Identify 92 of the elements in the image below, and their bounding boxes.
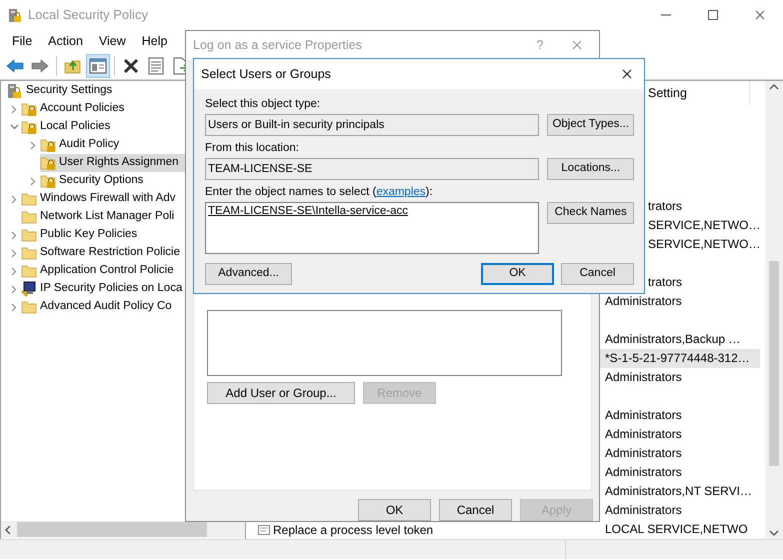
tree-item-label: Windows Firewall with Adv — [40, 191, 176, 206]
folder-icon — [21, 191, 37, 207]
folder-icon — [21, 263, 37, 279]
locked-folder-icon — [21, 101, 37, 117]
folder-icon — [21, 245, 37, 261]
tree-item-label: Local Policies — [40, 119, 110, 134]
tree-item-label: Application Control Policie — [40, 263, 174, 278]
object-names-field[interactable]: TEAM-LICENSE-SE\Intella-service-acc — [205, 202, 540, 254]
examples-link[interactable]: examples — [376, 186, 426, 198]
policy-row-icon — [258, 524, 270, 536]
menu-item[interactable]: Help — [134, 32, 176, 50]
folder-icon — [21, 299, 37, 315]
tree-item-label: User Rights Assignmen — [59, 155, 179, 170]
dialog-button[interactable]: Cancel — [439, 499, 512, 521]
vertical-scrollbar[interactable] — [765, 81, 783, 539]
object-type-field: Users or Built-in security principals — [205, 114, 540, 136]
setting-cell[interactable]: Administrators — [600, 463, 760, 482]
folder-icon — [21, 227, 37, 243]
tree-item[interactable]: Security Settings — [7, 82, 152, 100]
tree-item[interactable]: Advanced Audit Policy Co — [21, 298, 212, 316]
scrollbar-thumb[interactable] — [769, 261, 779, 466]
tree-item-label: Account Policies — [40, 101, 124, 116]
tree-item-label: Audit Policy — [59, 137, 120, 152]
setting-cell[interactable]: Administrators,Backup … — [600, 330, 760, 349]
tree-item[interactable]: Security Options — [40, 172, 184, 190]
dialog-title: Select Users or Groups — [201, 66, 331, 83]
horizontal-scrollbar[interactable] — [1, 521, 245, 538]
window-title: Local Security Policy — [28, 6, 148, 24]
dialog-button[interactable]: OK — [358, 499, 431, 521]
chevron-right-icon[interactable] — [30, 140, 36, 150]
field-label: Select this object type: — [205, 97, 322, 112]
dialog-title: Log on as a service Properties — [193, 36, 362, 54]
chevron-right-icon[interactable] — [11, 248, 17, 258]
tree-item-label: Security Options — [59, 173, 144, 188]
location-field: TEAM-LICENSE-SE — [205, 158, 540, 180]
tree-item-label: Network List Manager Poli — [40, 209, 174, 224]
setting-cell[interactable]: *S-1-5-21-97774448-312… — [600, 349, 760, 368]
policy-name: Replace a process level token — [273, 522, 434, 538]
setting-cell[interactable]: SERVICE,NETWO… — [647, 235, 760, 254]
scrollbar-thumb[interactable] — [17, 522, 207, 537]
dialog-button[interactable]: Locations... — [547, 158, 634, 180]
dialog-button[interactable]: OK — [481, 263, 554, 285]
locked-folder-icon — [40, 155, 56, 171]
chevron-right-icon[interactable] — [30, 176, 36, 186]
field-label: Enter the object names to select (examples): — [205, 185, 434, 200]
dialog-button[interactable]: Add User or Group... — [207, 382, 355, 404]
tree-item-label: Security Settings — [26, 83, 112, 98]
tree-item-label: Software Restriction Policie — [40, 245, 180, 260]
dialog-button[interactable]: Check Names — [547, 202, 634, 224]
menu-item[interactable]: Action — [40, 32, 91, 50]
chevron-right-icon[interactable] — [11, 302, 17, 312]
tree-item[interactable]: Account Policies — [21, 100, 164, 118]
locked-folder-icon — [40, 173, 56, 189]
policy-icon — [8, 8, 22, 24]
chevron-right-icon[interactable] — [11, 266, 17, 276]
locked-folder-icon — [21, 119, 37, 135]
chevron-right-icon[interactable] — [11, 104, 17, 114]
maximize-icon[interactable] — [706, 9, 718, 21]
tree-item-label: Advanced Audit Policy Co — [40, 299, 172, 314]
setting-cell[interactable]: Administrators — [600, 501, 760, 520]
setting-cell[interactable]: trators — [647, 273, 760, 292]
policy-icon — [7, 83, 23, 99]
menu-item[interactable]: View — [90, 32, 134, 50]
dialog-button[interactable]: Object Types... — [547, 114, 634, 136]
tree-item[interactable]: Local Policies — [21, 118, 150, 136]
chevron-right-icon[interactable] — [11, 284, 17, 294]
chevron-right-icon[interactable] — [11, 194, 17, 204]
computer-icon — [21, 281, 37, 297]
dialog-button[interactable]: Advanced... — [205, 263, 292, 285]
dialog-button[interactable]: Cancel — [561, 263, 634, 285]
tree-item-label: Public Key Policies — [40, 227, 138, 242]
members-list[interactable] — [207, 310, 562, 376]
setting-cell[interactable]: Administrators — [600, 292, 760, 311]
menu-item[interactable]: File — [4, 32, 40, 50]
setting-cell[interactable]: LOCAL SERVICE,NETWO — [600, 520, 760, 539]
locked-folder-icon — [40, 137, 56, 153]
setting-cell[interactable]: Administrators,NT SERVI… — [600, 482, 760, 501]
setting-cell[interactable]: Administrators — [600, 425, 760, 444]
tree-item[interactable]: Public Key Policies — [21, 226, 178, 244]
tree-item-label: IP Security Policies on Loca — [40, 281, 182, 296]
chevron-right-icon[interactable] — [11, 230, 17, 240]
close-icon[interactable] — [621, 68, 633, 80]
folder-icon — [21, 209, 37, 225]
setting-cell[interactable]: SERVICE,NETWO… — [647, 216, 760, 235]
setting-cell[interactable]: Administrators — [600, 368, 760, 387]
chevron-down-icon[interactable] — [10, 124, 18, 130]
field-label: From this location: — [205, 141, 300, 156]
tree-item[interactable]: Audit Policy — [40, 136, 160, 154]
setting-cell[interactable]: Administrators — [600, 406, 760, 425]
column-header[interactable]: Setting — [647, 81, 750, 105]
setting-cell[interactable]: trators — [647, 197, 760, 216]
setting-cell[interactable]: Administrators — [600, 444, 760, 463]
